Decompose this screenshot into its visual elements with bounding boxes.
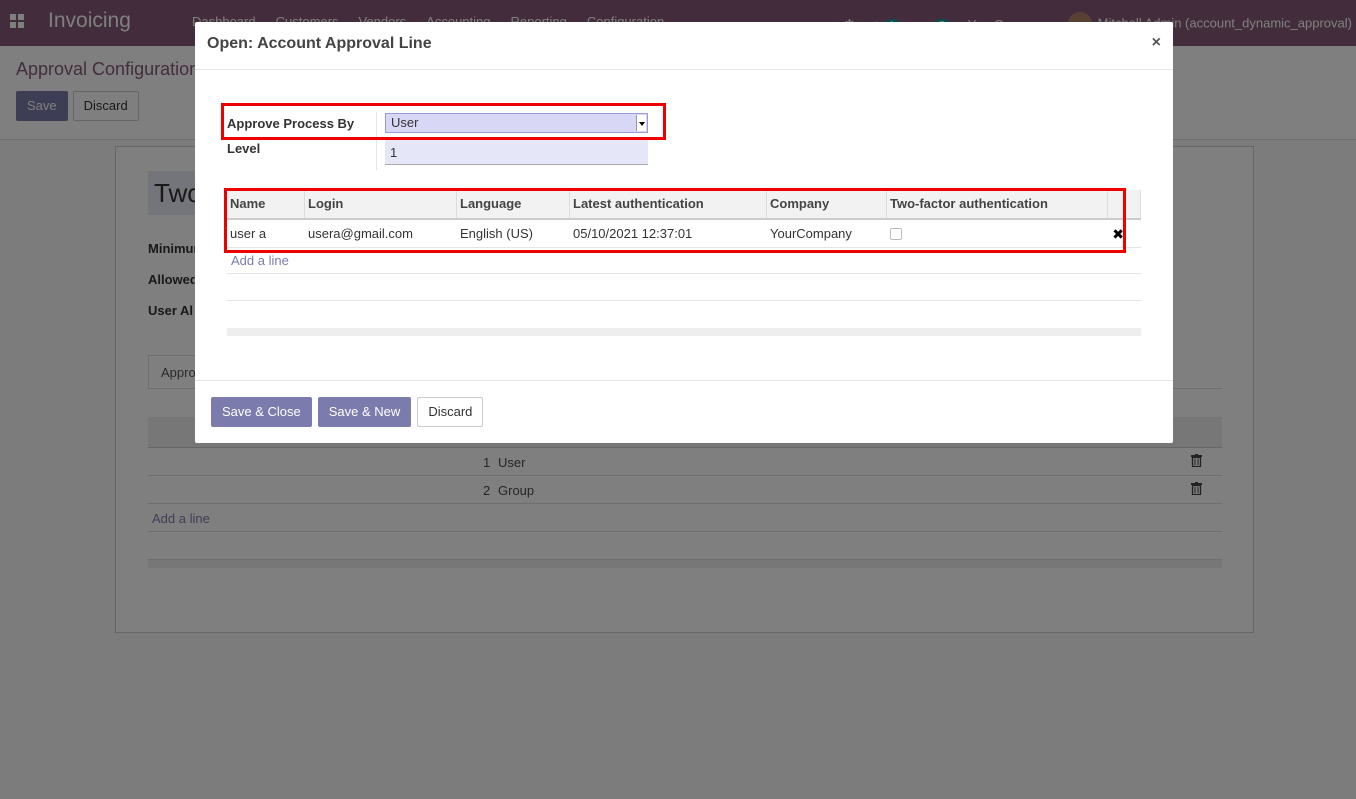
col-company[interactable]: Company [767, 190, 887, 218]
dialog-footer: Save & Close Save & New Discard [195, 380, 1173, 443]
table-row[interactable]: user a usera@gmail.com English (US) 05/1… [227, 220, 1141, 248]
chevron-down-icon[interactable] [636, 115, 646, 131]
dialog-title: Open: Account Approval Line [207, 35, 432, 52]
remove-row-icon[interactable]: ✖ [1112, 226, 1124, 243]
cell-name[interactable]: user a [227, 220, 305, 247]
col-two-factor[interactable]: Two-factor authentication [887, 190, 1108, 218]
add-line-link[interactable]: Add a line [227, 248, 1141, 274]
col-login[interactable]: Login [305, 190, 457, 218]
col-actions [1108, 190, 1141, 218]
empty-row [227, 274, 1141, 301]
cell-latest-authentication[interactable]: 05/10/2021 12:37:01 [570, 220, 767, 247]
two-factor-checkbox[interactable] [890, 228, 902, 240]
col-latest-authentication[interactable]: Latest authentication [570, 190, 767, 218]
save-close-button[interactable]: Save & Close [211, 397, 312, 427]
level-input[interactable]: 1 [385, 139, 648, 165]
users-table: Name Login Language Latest authenticatio… [227, 190, 1141, 336]
users-table-header: Name Login Language Latest authenticatio… [227, 190, 1141, 220]
col-name[interactable]: Name [227, 190, 305, 218]
cell-two-factor [887, 220, 1108, 247]
level-label: Level [227, 141, 261, 156]
close-icon[interactable]: × [1152, 34, 1161, 52]
approval-line-dialog: Open: Account Approval Line × Approve Pr… [195, 22, 1173, 443]
discard-button[interactable]: Discard [417, 397, 484, 427]
field-separator [376, 112, 377, 170]
table-footer [227, 328, 1141, 336]
col-language[interactable]: Language [457, 190, 570, 218]
approve-process-label: Approve Process By [227, 116, 355, 131]
cell-language[interactable]: English (US) [457, 220, 570, 247]
dialog-header: Open: Account Approval Line × [195, 22, 1173, 70]
cell-login[interactable]: usera@gmail.com [305, 220, 457, 247]
cell-company[interactable]: YourCompany [767, 220, 887, 247]
approve-process-select[interactable]: User [385, 113, 648, 133]
approve-process-value: User [391, 115, 419, 130]
save-new-button[interactable]: Save & New [317, 397, 412, 427]
